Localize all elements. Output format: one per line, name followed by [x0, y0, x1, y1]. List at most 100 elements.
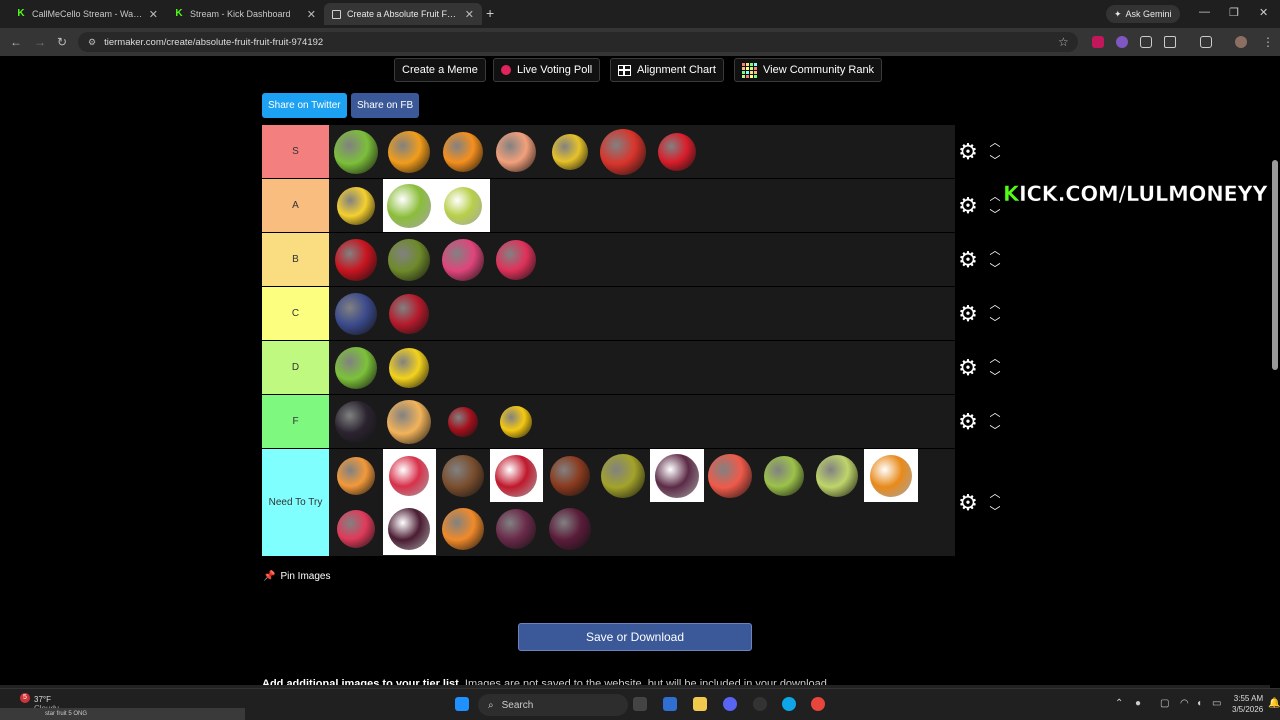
fruit-image-pear[interactable] [436, 179, 490, 232]
alignment-chart-button[interactable]: Alignment Chart [610, 58, 724, 82]
fruit-image-blueberries[interactable] [329, 287, 383, 340]
fruit-image-banana[interactable] [329, 179, 383, 232]
close-tab-icon[interactable]: ✕ [307, 8, 316, 21]
extension-icon[interactable] [1116, 36, 1128, 48]
fruit-image-plum[interactable] [543, 502, 597, 555]
chevron-up-icon[interactable]: ︿ [988, 136, 1002, 150]
edge-icon[interactable] [782, 697, 796, 711]
notifications-icon[interactable]: 🔔 [1268, 698, 1280, 709]
fruit-image-cherries[interactable] [436, 395, 490, 448]
chevron-down-icon[interactable]: ﹀ [988, 370, 1002, 384]
fruit-image-kiwi[interactable] [382, 179, 436, 232]
fruit-image-apple[interactable] [329, 233, 383, 286]
fruit-image-grapefruit[interactable] [704, 449, 758, 502]
bookmark-star-icon[interactable]: ☆ [1058, 35, 1069, 49]
sidepanel-icon[interactable] [1200, 36, 1212, 48]
chevron-down-icon[interactable]: ﹀ [988, 424, 1002, 438]
forward-icon[interactable]: → [34, 35, 46, 49]
fruit-image-raspberry[interactable] [490, 233, 544, 286]
tier-label[interactable]: F [262, 395, 329, 448]
fruit-image-coconut[interactable] [436, 449, 490, 502]
app-icon[interactable] [753, 697, 767, 711]
fruit-image-kiwano[interactable] [864, 449, 918, 502]
fruit-image-lime[interactable] [329, 341, 383, 394]
fruit-image-avocado[interactable] [383, 233, 437, 286]
gear-icon[interactable]: ⚙ [957, 248, 979, 271]
fruit-image-cranberries[interactable] [489, 449, 543, 502]
fruit-image-blackberries[interactable] [329, 395, 383, 448]
fruit-image-mangosteen[interactable] [382, 502, 436, 555]
reload-icon[interactable]: ↻ [57, 35, 67, 49]
gear-icon[interactable]: ⚙ [957, 356, 979, 379]
fruit-image-lychee[interactable] [329, 502, 383, 555]
fruit-image-grapes[interactable] [329, 125, 383, 178]
browser-tab-tiermaker[interactable]: Create a Absolute Fruit Fruit Fr... ✕ [324, 3, 482, 25]
back-icon[interactable]: ← [10, 35, 22, 49]
vertical-scrollbar[interactable] [1270, 56, 1280, 688]
chrome-icon[interactable] [811, 697, 825, 711]
chevron-up-icon[interactable]: ︿ [988, 244, 1002, 258]
tier-label[interactable]: A [262, 179, 329, 232]
windows-start-icon[interactable] [455, 697, 469, 711]
ask-gemini-button[interactable]: ✦ Ask Gemini [1106, 5, 1180, 23]
fruit-image-papaya[interactable] [436, 502, 490, 555]
tier-label[interactable]: S [262, 125, 329, 178]
chevron-down-icon[interactable]: ﹀ [988, 262, 1002, 276]
chevron-up-icon[interactable]: ︿ [988, 352, 1002, 366]
chevron-up-icon[interactable]: ︿ [988, 406, 1002, 420]
view-community-rank-button[interactable]: View Community Rank [734, 58, 883, 82]
fruit-image-pineapple[interactable] [543, 125, 597, 178]
tier-label[interactable]: D [262, 341, 329, 394]
share-twitter-button[interactable]: Share on Twitter [262, 93, 347, 118]
site-info-icon[interactable]: ⚙ [88, 37, 96, 48]
gear-icon[interactable]: ⚙ [957, 410, 979, 433]
pin-images-toggle[interactable]: 📌 Pin Images [263, 571, 330, 582]
create-meme-button[interactable]: Create a Meme [394, 58, 486, 82]
file-explorer-icon[interactable] [693, 697, 707, 711]
extension-icon[interactable] [1092, 36, 1104, 48]
chevron-up-icon[interactable]: ︿ [988, 487, 1002, 501]
close-tab-icon[interactable]: ✕ [149, 8, 158, 21]
gear-icon[interactable]: ⚙ [957, 140, 979, 163]
fruit-image-durian[interactable] [597, 449, 651, 502]
new-tab-button[interactable]: + [486, 5, 494, 21]
close-window-icon[interactable]: ✕ [1259, 6, 1268, 19]
tray-icon[interactable]: ▢ [1160, 698, 1169, 709]
extension-icon[interactable] [1140, 36, 1152, 48]
volume-icon[interactable]: ◖ [1196, 698, 1202, 709]
fruit-image-guava[interactable] [757, 449, 811, 502]
gear-icon[interactable]: ⚙ [957, 302, 979, 325]
save-download-button[interactable]: Save or Download [518, 623, 752, 651]
fruit-image-cantaloupe[interactable] [383, 395, 437, 448]
scrollbar-thumb[interactable] [1272, 160, 1278, 370]
fruit-image-mango[interactable] [383, 125, 437, 178]
tier-label[interactable]: C [262, 287, 329, 340]
extensions-puzzle-icon[interactable] [1164, 36, 1176, 48]
tier-label[interactable]: Need To Try [262, 449, 329, 556]
fruit-image-orange[interactable] [436, 125, 490, 178]
live-voting-poll-button[interactable]: Live Voting Poll [493, 58, 601, 82]
taskbar-search[interactable]: ⌕ Search [478, 694, 628, 716]
fruit-image-pomegranate[interactable] [383, 287, 437, 340]
app-icon[interactable] [663, 697, 677, 711]
menu-kebab-icon[interactable]: ⋮ [1262, 35, 1274, 49]
chevron-down-icon[interactable]: ﹀ [988, 154, 1002, 168]
share-fb-button[interactable]: Share on FB [351, 93, 420, 118]
fruit-image-apricot[interactable] [329, 449, 383, 502]
task-view-icon[interactable] [633, 697, 647, 711]
discord-icon[interactable] [723, 697, 737, 711]
fruit-image-honeydew[interactable] [811, 449, 865, 502]
browser-tab-kick-dashboard[interactable]: K Stream - Kick Dashboard ✕ [166, 3, 324, 25]
tray-chevron-icon[interactable]: ⌃ [1115, 698, 1123, 709]
tier-label[interactable]: B [262, 233, 329, 286]
gear-icon[interactable]: ⚙ [957, 194, 979, 217]
clock[interactable]: 3:55 AM 3/5/2026 [1232, 693, 1263, 715]
chevron-down-icon[interactable]: ﹀ [988, 505, 1002, 519]
fruit-image-star-fruit[interactable] [383, 341, 437, 394]
chevron-up-icon[interactable]: ︿ [988, 298, 1002, 312]
fruit-image-fig[interactable] [650, 449, 704, 502]
fruit-image-strawberry[interactable] [650, 125, 704, 178]
wifi-icon[interactable]: ◠ [1180, 698, 1189, 709]
fruit-image-peach[interactable] [490, 125, 544, 178]
chevron-up-icon[interactable]: ︿ [988, 190, 1002, 204]
